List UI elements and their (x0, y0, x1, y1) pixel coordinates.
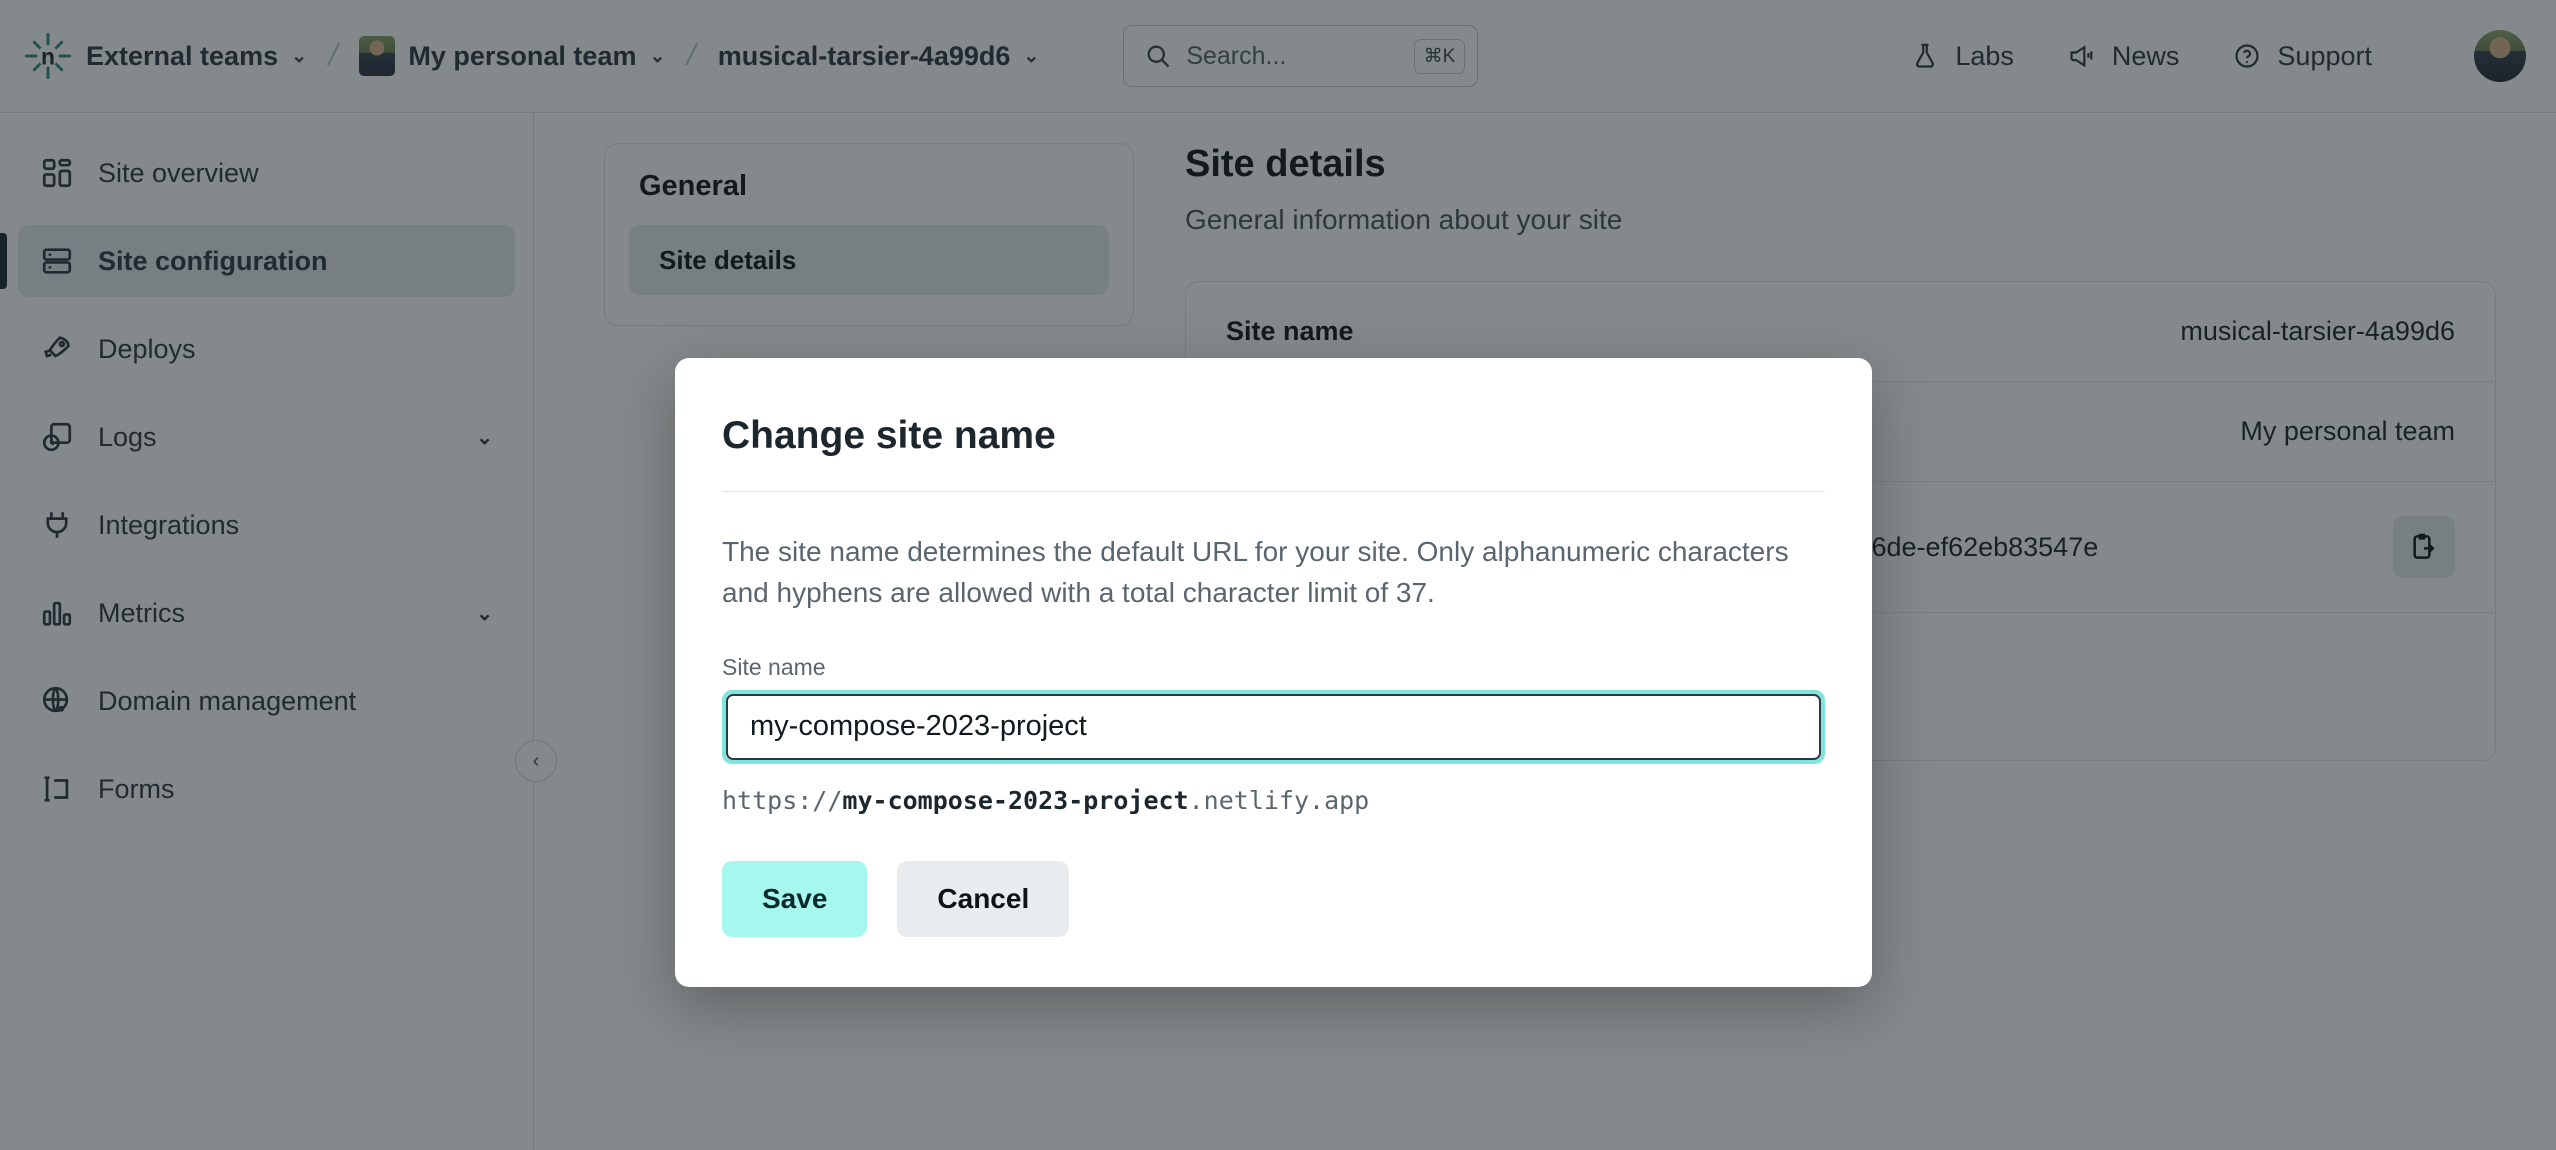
change-site-name-dialog: Change site name The site name determine… (675, 358, 1872, 987)
site-name-input[interactable] (726, 694, 1821, 760)
site-name-field-wrapper (722, 690, 1825, 764)
url-site-name: my-compose-2023-project (842, 786, 1188, 815)
save-button[interactable]: Save (722, 861, 867, 937)
app-root: n External teams ⌄ / My personal team ⌄ … (0, 0, 2556, 1150)
dialog-description: The site name determines the default URL… (722, 532, 1807, 614)
url-prefix: https:// (722, 786, 842, 815)
dialog-actions: Save Cancel (722, 861, 1825, 937)
url-preview: https://my-compose-2023-project.netlify.… (722, 786, 1825, 815)
cancel-button[interactable]: Cancel (897, 861, 1069, 937)
dialog-divider (722, 491, 1825, 492)
site-name-field-label: Site name (722, 654, 1825, 681)
dialog-title: Change site name (722, 414, 1825, 458)
url-suffix: .netlify.app (1189, 786, 1370, 815)
